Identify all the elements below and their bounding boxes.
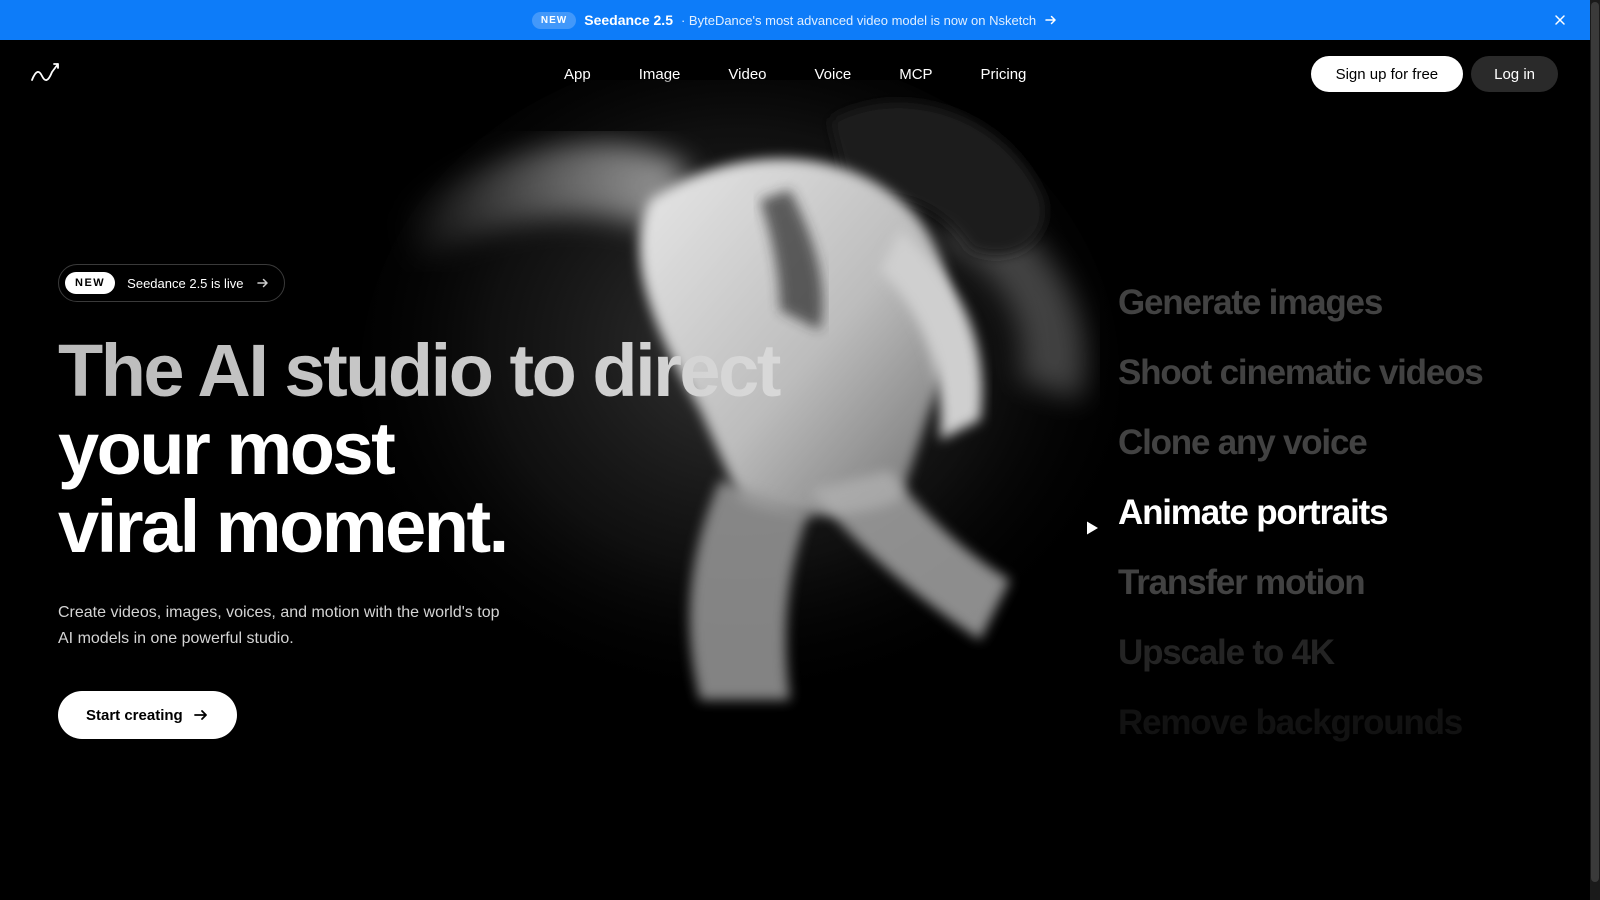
hero-subtitle: Create videos, images, voices, and motio… xyxy=(58,600,578,652)
feature-remove-backgrounds[interactable]: Remove backgrounds xyxy=(1118,688,1558,758)
nav-mcp[interactable]: MCP xyxy=(875,66,956,83)
nav-pricing[interactable]: Pricing xyxy=(957,66,1051,83)
headline-line-2: your most xyxy=(58,407,396,490)
feature-upscale-to-4k[interactable]: Upscale to 4K xyxy=(1118,618,1558,688)
nav-video[interactable]: Video xyxy=(704,66,790,83)
arrow-right-icon[interactable] xyxy=(1044,13,1058,27)
subtitle-line-1: Create videos, images, voices, and motio… xyxy=(58,604,500,621)
headline-line-1: The AI studio to direct xyxy=(58,332,958,410)
play-icon xyxy=(1084,505,1100,535)
feature-label: Shoot cinematic videos xyxy=(1118,353,1484,392)
arrow-right-icon xyxy=(256,276,270,290)
feature-label: Remove backgrounds xyxy=(1118,703,1463,742)
signup-button[interactable]: Sign up for free xyxy=(1310,56,1464,92)
announcement-bar[interactable]: NEW Seedance 2.5 · ByteDance's most adva… xyxy=(0,0,1590,40)
feature-transfer-motion[interactable]: Transfer motion xyxy=(1118,548,1558,618)
hero-badge-text: Seedance 2.5 is live xyxy=(127,275,244,291)
nsketch-logo-icon[interactable] xyxy=(30,60,62,86)
main-nav: App Image Video Voice MCP Pricing xyxy=(540,40,1050,108)
feature-label: Generate images xyxy=(1118,283,1383,322)
close-icon[interactable] xyxy=(1552,12,1568,28)
feature-generate-images[interactable]: Generate images xyxy=(1118,268,1558,338)
page-scrollbar[interactable] xyxy=(1590,0,1600,900)
headline-line-3: viral moment. xyxy=(58,485,509,568)
nav-voice[interactable]: Voice xyxy=(791,66,876,83)
auth-buttons: Sign up for free Log in xyxy=(1310,56,1558,92)
start-creating-button[interactable]: Start creating xyxy=(58,691,237,739)
feature-label: Clone any voice xyxy=(1118,423,1368,462)
site-header: App Image Video Voice MCP Pricing Sign u… xyxy=(0,40,1590,108)
cta-label: Start creating xyxy=(86,706,183,724)
feature-list: Generate images Shoot cinematic videos C… xyxy=(1087,268,1558,758)
login-button[interactable]: Log in xyxy=(1471,56,1558,92)
feature-shoot-cinematic-videos[interactable]: Shoot cinematic videos xyxy=(1118,338,1558,408)
announcement-product[interactable]: Seedance 2.5 xyxy=(584,12,673,28)
scrollbar-thumb[interactable] xyxy=(1591,2,1599,882)
announcement-message[interactable]: · ByteDance's most advanced video model … xyxy=(681,13,1036,28)
hero-announcement-badge[interactable]: NEW Seedance 2.5 is live xyxy=(58,264,285,302)
feature-label: Transfer motion xyxy=(1118,563,1366,602)
feature-label: Animate portraits xyxy=(1118,493,1389,532)
feature-label: Upscale to 4K xyxy=(1118,633,1335,672)
subtitle-line-2: AI models in one powerful studio. xyxy=(58,630,294,647)
feature-animate-portraits[interactable]: Animate portraits xyxy=(1087,478,1558,548)
announcement-new-badge: NEW xyxy=(531,11,577,29)
feature-clone-any-voice[interactable]: Clone any voice xyxy=(1118,408,1558,478)
nav-image[interactable]: Image xyxy=(615,66,705,83)
hero-new-pill: NEW xyxy=(65,272,116,294)
nav-app[interactable]: App xyxy=(540,66,615,83)
arrow-right-icon xyxy=(193,707,209,723)
hero-headline: The AI studio to direct your most viral … xyxy=(58,332,958,566)
